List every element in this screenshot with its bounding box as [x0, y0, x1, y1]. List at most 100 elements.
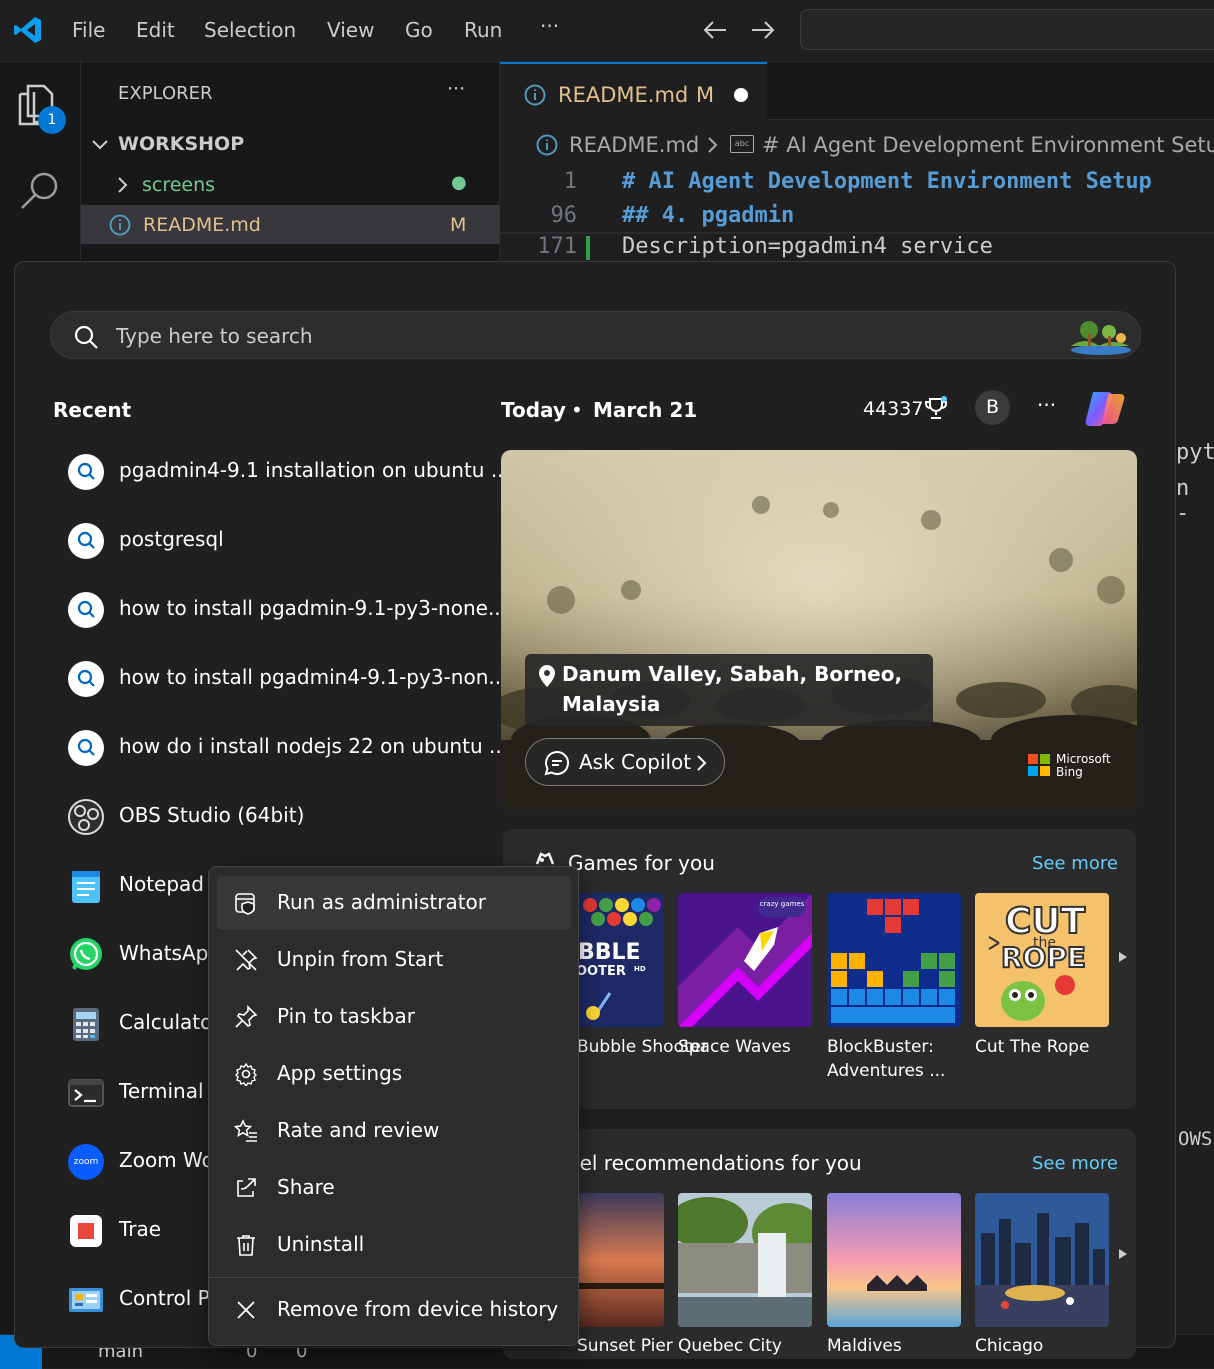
- tree-item-readme[interactable]: README.md: [143, 214, 261, 236]
- code-heading[interactable]: # AI Agent Development Environment Setup: [622, 169, 1152, 194]
- menu-more[interactable]: ···: [540, 14, 559, 38]
- trae-icon: [66, 1211, 106, 1251]
- menu-item-label: Uninstall: [277, 1232, 365, 1256]
- travel-caption[interactable]: Chicago: [975, 1334, 1115, 1358]
- recent-search-item[interactable]: pgadmin4-9.1 installation on ubuntu ...: [52, 442, 510, 502]
- control-panel-icon: [66, 1280, 106, 1320]
- travel-tile-chicago[interactable]: [975, 1193, 1109, 1327]
- recent-search-item[interactable]: how do i install nodejs 22 on ubuntu ...: [52, 718, 508, 778]
- back-arrow-icon[interactable]: [702, 18, 728, 42]
- location-line-2: Malaysia: [562, 692, 661, 716]
- games-see-more-link[interactable]: See more: [1032, 853, 1118, 874]
- recent-title: Recent: [53, 398, 132, 422]
- tile-text: crazy games: [760, 900, 805, 908]
- code-line[interactable]: Description=pgadmin4 service: [622, 234, 993, 259]
- menu-edit[interactable]: Edit: [136, 18, 175, 42]
- menu-item-remove-from-device-history[interactable]: Remove from device history: [217, 1283, 571, 1337]
- menu-item-unpin-from-start[interactable]: Unpin from Start: [217, 933, 571, 987]
- search-icon: [73, 324, 99, 350]
- travel-caption[interactable]: Quebec City: [678, 1334, 818, 1358]
- line-number: 96: [550, 203, 578, 228]
- git-added-gutter: [586, 236, 590, 260]
- games-scroll-right-button[interactable]: [1112, 927, 1136, 987]
- search-icon[interactable]: [18, 168, 62, 212]
- explorer-more-button[interactable]: ···: [447, 78, 465, 100]
- travel-tile-quebec[interactable]: [678, 1193, 812, 1327]
- bing-credit-line1: Microsoft: [1056, 752, 1111, 766]
- forward-arrow-icon[interactable]: [750, 18, 776, 42]
- recent-label: OBS Studio (64bit): [119, 803, 305, 827]
- menu-item-label: Run as administrator: [277, 890, 487, 914]
- game-caption[interactable]: Space Waves: [678, 1035, 818, 1059]
- menu-selection[interactable]: Selection: [204, 18, 296, 42]
- menu-item-label: Pin to taskbar: [277, 1004, 415, 1028]
- menu-item-app-settings[interactable]: App settings: [217, 1047, 571, 1101]
- command-center-search[interactable]: [800, 9, 1214, 50]
- travel-scroll-right-button[interactable]: [1112, 1224, 1136, 1284]
- tree-item-screens[interactable]: screens: [142, 174, 215, 196]
- breadcrumb-file[interactable]: README.md: [569, 133, 699, 157]
- travel-caption[interactable]: Maldives: [827, 1334, 967, 1358]
- menu-file[interactable]: File: [72, 18, 105, 42]
- menu-view[interactable]: View: [327, 18, 374, 42]
- recent-search-item[interactable]: how to install pgadmin4-9.1-py3-non...: [52, 649, 507, 709]
- travel-see-more-link[interactable]: See more: [1032, 1153, 1118, 1174]
- tab-readme[interactable]: README.md M: [500, 62, 767, 120]
- recent-search-item[interactable]: postgresql: [52, 511, 492, 571]
- recent-app-obs[interactable]: OBS Studio (64bit): [52, 787, 492, 847]
- recent-label: Calculator: [119, 1010, 221, 1034]
- menu-item-share[interactable]: Share: [217, 1161, 571, 1215]
- menu-item-uninstall[interactable]: Uninstall: [217, 1218, 571, 1272]
- more-options-button[interactable]: ···: [1037, 393, 1056, 417]
- unsaved-dot-icon[interactable]: [734, 88, 748, 102]
- chat-bubble-icon: [544, 750, 570, 776]
- code-heading[interactable]: ## 4. pgadmin: [622, 203, 794, 228]
- tab-status: M: [696, 83, 715, 107]
- app-context-menu: Run as administrator Unpin from Start Pi…: [208, 866, 579, 1346]
- menu-run[interactable]: Run: [464, 18, 502, 42]
- travel-tile-maldives[interactable]: [827, 1193, 961, 1327]
- editor-peek-text: pyt: [1176, 440, 1214, 465]
- workspace-folder[interactable]: WORKSHOP: [118, 133, 244, 155]
- games-title: Games for you: [568, 851, 715, 875]
- code-lines: 1 # AI Agent Development Environment Set…: [500, 166, 1214, 260]
- search-icon: [66, 521, 106, 561]
- recent-search-item[interactable]: how to install pgadmin-9.1-py3-none...: [52, 580, 507, 640]
- menu-item-label: App settings: [277, 1061, 403, 1085]
- menu-item-pin-to-taskbar[interactable]: Pin to taskbar: [217, 990, 571, 1044]
- game-caption[interactable]: Cut The Rope: [975, 1035, 1115, 1059]
- game-caption[interactable]: BlockBuster: Adventures ...: [827, 1035, 967, 1083]
- start-search-box[interactable]: Type here to search: [50, 311, 1141, 359]
- avatar[interactable]: B: [975, 390, 1010, 425]
- editor-peek-text: n -: [1176, 476, 1190, 526]
- menu-item-label: Remove from device history: [277, 1297, 559, 1321]
- location-pin-icon: [537, 664, 557, 688]
- untracked-dot: ●: [451, 172, 467, 193]
- location-line-1: Danum Valley, Sabah, Borneo,: [562, 662, 903, 686]
- menu-item-rate-and-review[interactable]: Rate and review: [217, 1104, 571, 1158]
- game-tile-cut-the-rope[interactable]: CUT the ROPE: [975, 893, 1109, 1027]
- search-icon: [66, 728, 106, 768]
- search-icon: [66, 590, 106, 630]
- modified-badge: M: [450, 214, 467, 236]
- chevron-right-icon[interactable]: [115, 176, 131, 194]
- breadcrumb-section[interactable]: # AI Agent Development Environment Setup: [762, 133, 1214, 157]
- menu-item-run-as-administrator[interactable]: Run as administrator: [217, 876, 571, 930]
- terminal-icon: [66, 1073, 106, 1113]
- ask-copilot-button[interactable]: Ask Copilot: [525, 738, 725, 786]
- recent-label: Trae: [119, 1217, 162, 1241]
- menu-go[interactable]: Go: [405, 18, 433, 42]
- today-label: Today: [501, 398, 566, 422]
- search-highlight-icon: [1065, 316, 1135, 356]
- rewards-trophy-icon[interactable]: [923, 396, 949, 422]
- tile-text: ROPE: [1001, 941, 1086, 974]
- chevron-down-icon[interactable]: [91, 136, 109, 154]
- recent-label: how do i install nodejs 22 on ubuntu ...: [119, 734, 509, 758]
- recent-label: WhatsApp: [119, 941, 222, 965]
- copilot-logo-icon[interactable]: [1084, 386, 1130, 430]
- gear-icon: [234, 1062, 258, 1086]
- game-tile-space-waves[interactable]: crazy games: [678, 893, 812, 1027]
- game-tile-blockbuster[interactable]: [827, 893, 961, 1027]
- rewards-points[interactable]: 44337: [863, 398, 923, 420]
- hero-location-caption[interactable]: Danum Valley, Sabah, Borneo, Malaysia: [525, 654, 933, 726]
